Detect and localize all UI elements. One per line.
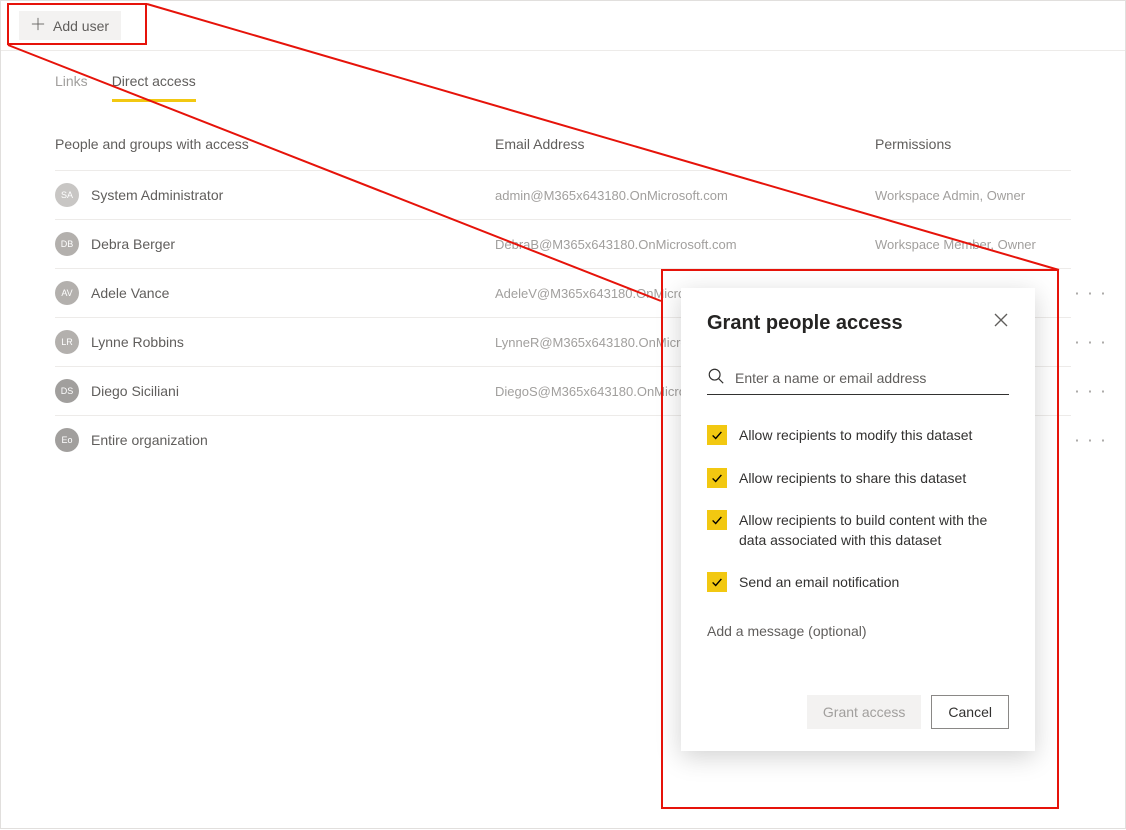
avatar: DB bbox=[55, 232, 79, 256]
checkbox[interactable] bbox=[707, 572, 727, 592]
more-icon[interactable]: · · · bbox=[1074, 283, 1107, 304]
user-name: Lynne Robbins bbox=[91, 334, 184, 350]
table-header: People and groups with access Email Addr… bbox=[55, 122, 1071, 170]
user-name: Debra Berger bbox=[91, 236, 175, 252]
user-name: System Administrator bbox=[91, 187, 223, 203]
avatar: AV bbox=[55, 281, 79, 305]
search-input[interactable] bbox=[735, 370, 1009, 386]
name-cell: DB Debra Berger bbox=[55, 232, 495, 256]
more-icon[interactable]: · · · bbox=[1074, 381, 1107, 402]
avatar: SA bbox=[55, 183, 79, 207]
checkbox-label: Send an email notification bbox=[739, 572, 899, 593]
more-icon[interactable]: · · · bbox=[1074, 332, 1107, 353]
name-cell: Eo Entire organization bbox=[55, 428, 495, 452]
avatar: LR bbox=[55, 330, 79, 354]
user-name: Entire organization bbox=[91, 432, 208, 448]
checkbox[interactable] bbox=[707, 468, 727, 488]
column-permissions: Permissions bbox=[875, 136, 1071, 152]
checkbox-label: Allow recipients to modify this dataset bbox=[739, 425, 972, 446]
name-cell: DS Diego Siciliani bbox=[55, 379, 495, 403]
table-row: SA System Administrator admin@M365x643180.… bbox=[55, 170, 1071, 219]
name-cell: SA System Administrator bbox=[55, 183, 495, 207]
column-email: Email Address bbox=[495, 136, 875, 152]
add-user-button[interactable]: Add user bbox=[19, 11, 121, 40]
grant-access-dialog: Grant people access Allow recipients to … bbox=[681, 288, 1035, 751]
message-input[interactable] bbox=[707, 623, 1009, 639]
plus-icon bbox=[31, 17, 45, 34]
checkbox-label: Allow recipients to build content with t… bbox=[739, 510, 1009, 550]
tab-links[interactable]: Links bbox=[55, 73, 88, 102]
checkbox-label: Allow recipients to share this dataset bbox=[739, 468, 966, 489]
cancel-button[interactable]: Cancel bbox=[931, 695, 1009, 729]
table-row: DB Debra Berger DebraB@M365x643180.OnMicro… bbox=[55, 219, 1071, 268]
checkbox-row: Send an email notification bbox=[707, 572, 1009, 593]
tab-direct-access[interactable]: Direct access bbox=[112, 73, 196, 102]
email-cell: DebraB@M365x643180.OnMicrosoft.com bbox=[495, 237, 875, 252]
column-name: People and groups with access bbox=[55, 136, 495, 152]
permission-cell: Workspace Member, Owner bbox=[875, 237, 1071, 252]
checkbox[interactable] bbox=[707, 425, 727, 445]
tabs: Links Direct access bbox=[1, 51, 1125, 102]
avatar: DS bbox=[55, 379, 79, 403]
checkbox-row: Allow recipients to build content with t… bbox=[707, 510, 1009, 550]
add-user-label: Add user bbox=[53, 18, 109, 34]
email-cell: admin@M365x643180.OnMicrosoft.com bbox=[495, 188, 875, 203]
more-icon[interactable]: · · · bbox=[1074, 430, 1107, 451]
user-name: Diego Siciliani bbox=[91, 383, 179, 399]
user-name: Adele Vance bbox=[91, 285, 169, 301]
dialog-title: Grant people access bbox=[707, 312, 903, 335]
name-cell: AV Adele Vance bbox=[55, 281, 495, 305]
checkbox[interactable] bbox=[707, 510, 727, 530]
checkbox-row: Allow recipients to share this dataset bbox=[707, 468, 1009, 489]
search-icon bbox=[707, 367, 725, 388]
avatar: Eo bbox=[55, 428, 79, 452]
close-icon[interactable] bbox=[993, 312, 1009, 331]
name-cell: LR Lynne Robbins bbox=[55, 330, 495, 354]
checkbox-row: Allow recipients to modify this dataset bbox=[707, 425, 1009, 446]
search-row bbox=[707, 367, 1009, 395]
grant-access-button[interactable]: Grant access bbox=[807, 695, 921, 729]
permission-cell: Workspace Admin, Owner bbox=[875, 188, 1071, 203]
